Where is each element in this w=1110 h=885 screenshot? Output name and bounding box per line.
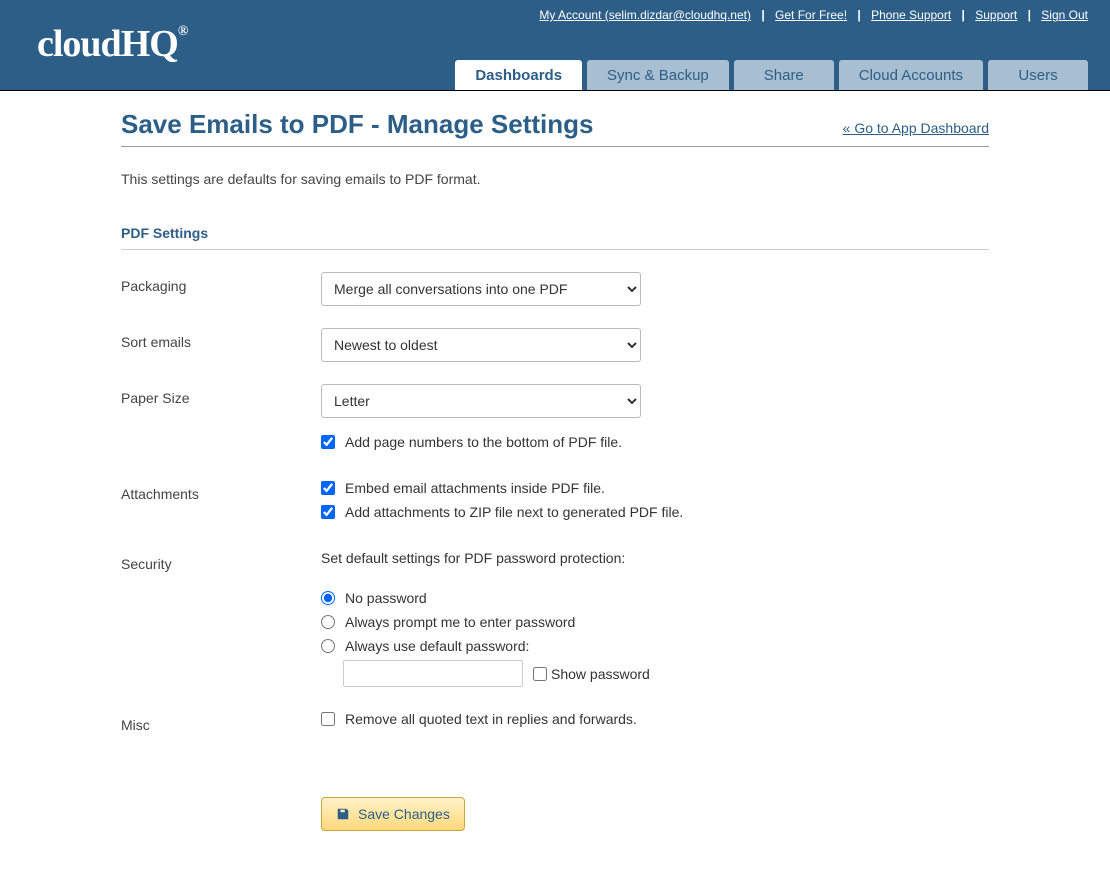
- save-button-label: Save Changes: [358, 806, 450, 822]
- row-attachments: Attachments Embed email attachments insi…: [121, 480, 989, 528]
- remove-quoted-checkbox[interactable]: [321, 712, 335, 726]
- default-password-label: Always use default password:: [345, 638, 529, 654]
- row-packaging: Packaging Merge all conversations into o…: [121, 272, 989, 306]
- tab-cloud-accounts[interactable]: Cloud Accounts: [839, 60, 983, 90]
- sort-select[interactable]: Newest to oldest: [321, 328, 641, 362]
- no-password-label: No password: [345, 590, 427, 606]
- support-link[interactable]: Support: [975, 8, 1017, 22]
- label-sort: Sort emails: [121, 328, 321, 350]
- separator: |: [962, 8, 965, 22]
- label-security: Security: [121, 550, 321, 572]
- app-header: cloudHQ® My Account (selim.dizdar@cloudh…: [0, 0, 1110, 91]
- default-password-input[interactable]: [343, 660, 523, 687]
- prompt-password-radio[interactable]: [321, 615, 335, 629]
- main-container: Save Emails to PDF - Manage Settings « G…: [121, 91, 989, 831]
- packaging-select[interactable]: Merge all conversations into one PDF: [321, 272, 641, 306]
- label-packaging: Packaging: [121, 272, 321, 294]
- separator: |: [857, 8, 860, 22]
- separator: |: [761, 8, 764, 22]
- tab-dashboards[interactable]: Dashboards: [455, 60, 582, 90]
- embed-attachments-label: Embed email attachments inside PDF file.: [345, 480, 605, 496]
- prompt-password-label: Always prompt me to enter password: [345, 614, 575, 630]
- sign-out-link[interactable]: Sign Out: [1041, 8, 1088, 22]
- separator: |: [1028, 8, 1031, 22]
- top-links: My Account (selim.dizdar@cloudhq.net) | …: [539, 8, 1088, 22]
- zip-attachments-checkbox[interactable]: [321, 505, 335, 519]
- tab-users[interactable]: Users: [988, 60, 1088, 90]
- label-attachments: Attachments: [121, 480, 321, 502]
- no-password-radio[interactable]: [321, 591, 335, 605]
- label-paper: Paper Size: [121, 384, 321, 406]
- row-misc: Misc Remove all quoted text in replies a…: [121, 711, 989, 735]
- show-password-label: Show password: [551, 666, 650, 682]
- back-to-dashboard-link[interactable]: « Go to App Dashboard: [843, 120, 989, 136]
- save-icon: [336, 807, 350, 821]
- remove-quoted-label: Remove all quoted text in replies and fo…: [345, 711, 637, 727]
- security-intro: Set default settings for PDF password pr…: [321, 550, 989, 566]
- page-numbers-checkbox[interactable]: [321, 435, 335, 449]
- page-subtitle: This settings are defaults for saving em…: [121, 171, 989, 187]
- save-changes-button[interactable]: Save Changes: [321, 797, 465, 831]
- row-security: Security Set default settings for PDF pa…: [121, 550, 989, 687]
- paper-select[interactable]: Letter: [321, 384, 641, 418]
- brand-logo: cloudHQ®: [37, 22, 187, 66]
- row-sort: Sort emails Newest to oldest: [121, 328, 989, 362]
- show-password-checkbox[interactable]: [533, 667, 547, 681]
- get-for-free-link[interactable]: Get For Free!: [775, 8, 847, 22]
- zip-attachments-label: Add attachments to ZIP file next to gene…: [345, 504, 683, 520]
- page-numbers-label: Add page numbers to the bottom of PDF fi…: [345, 434, 622, 450]
- embed-attachments-checkbox[interactable]: [321, 481, 335, 495]
- page-title: Save Emails to PDF - Manage Settings: [121, 109, 593, 140]
- page-header: Save Emails to PDF - Manage Settings « G…: [121, 109, 989, 147]
- my-account-link[interactable]: My Account (selim.dizdar@cloudhq.net): [539, 8, 751, 22]
- nav-tabs: Dashboards Sync & Backup Share Cloud Acc…: [455, 60, 1088, 90]
- label-misc: Misc: [121, 711, 321, 733]
- tab-sync-backup[interactable]: Sync & Backup: [587, 60, 729, 90]
- default-password-radio[interactable]: [321, 639, 335, 653]
- section-title: PDF Settings: [121, 225, 989, 250]
- tab-share[interactable]: Share: [734, 60, 834, 90]
- row-paper: Paper Size Letter Add page numbers to th…: [121, 384, 989, 458]
- phone-support-link[interactable]: Phone Support: [871, 8, 951, 22]
